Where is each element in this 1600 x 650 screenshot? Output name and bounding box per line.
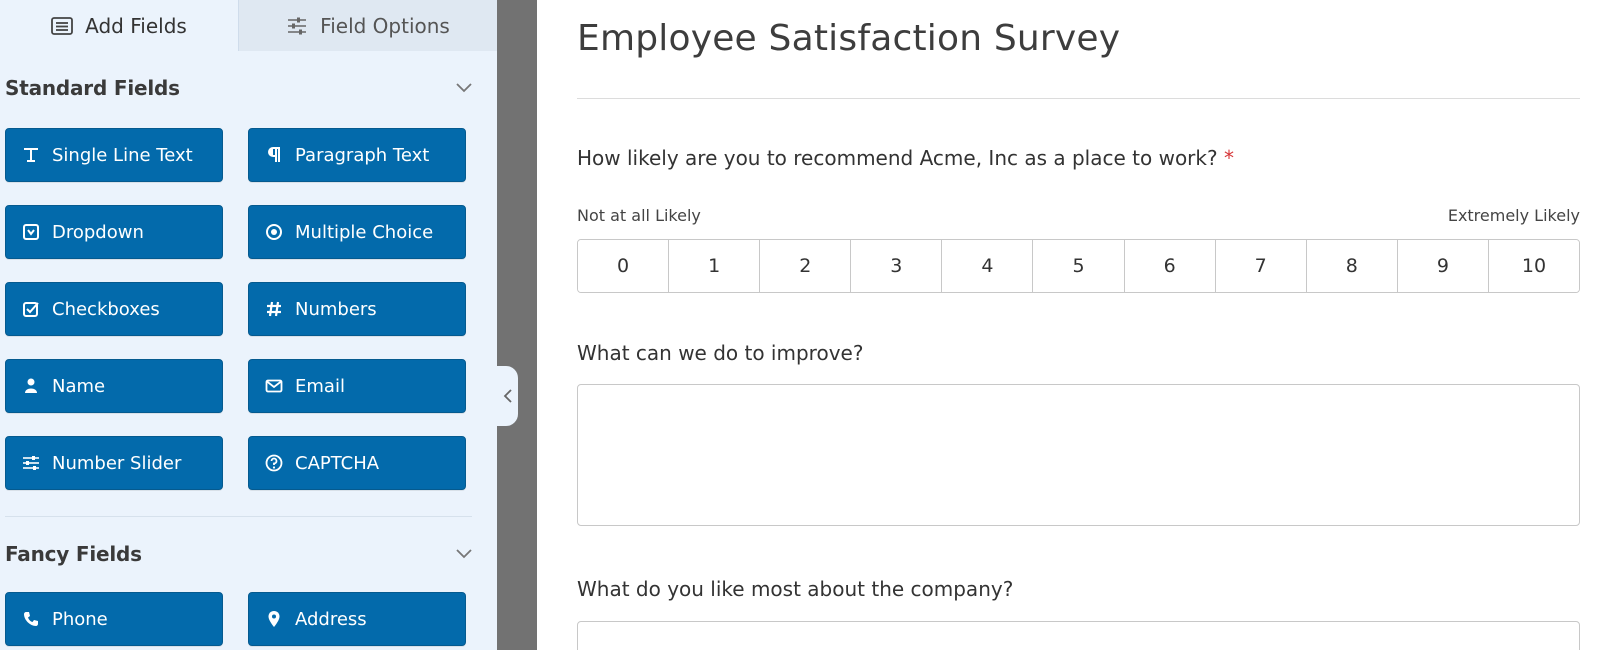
- nps-option-4[interactable]: 4: [942, 240, 1034, 292]
- nps-option-7[interactable]: 7: [1215, 240, 1307, 292]
- map-pin-icon: [265, 610, 283, 628]
- q3-label: What do you like most about the company?: [577, 577, 1014, 601]
- user-icon: [22, 377, 40, 395]
- nps-option-3[interactable]: 3: [851, 240, 943, 292]
- fancy-fields-title: Fancy Fields: [5, 542, 142, 566]
- multiple-choice-label: Multiple Choice: [295, 221, 434, 243]
- nps-option-1[interactable]: 1: [669, 240, 761, 292]
- envelope-icon: [265, 377, 283, 395]
- standard-fields-header[interactable]: Standard Fields: [5, 73, 472, 103]
- tab-field-options-label: Field Options: [320, 13, 450, 38]
- paragraph-text-label: Paragraph Text: [295, 144, 430, 166]
- number-slider-button[interactable]: Number Slider: [5, 436, 223, 490]
- sliders-icon: [22, 454, 40, 472]
- paragraph-icon: [265, 146, 283, 164]
- tab-add-fields-label: Add Fields: [85, 13, 187, 38]
- phone-button[interactable]: Phone: [5, 592, 223, 646]
- chevron-down-icon: [456, 83, 472, 93]
- chevron-down-icon: [456, 549, 472, 559]
- phone-icon: [22, 610, 40, 628]
- tab-field-options[interactable]: Field Options: [238, 0, 497, 51]
- like-most-textarea[interactable]: [577, 621, 1580, 650]
- list-icon: [51, 16, 74, 35]
- paragraph-text-button[interactable]: Paragraph Text: [248, 128, 466, 182]
- panel-gutter: [497, 0, 537, 650]
- nps-option-5[interactable]: 5: [1033, 240, 1125, 292]
- phone-label: Phone: [52, 608, 108, 630]
- multiple-choice-button[interactable]: Multiple Choice: [248, 205, 466, 259]
- sidebar-tabs: Add Fields Field Options: [0, 0, 497, 51]
- hash-icon: [265, 300, 283, 318]
- q2-label: What can we do to improve?: [577, 341, 864, 365]
- required-mark: *: [1223, 146, 1234, 170]
- sliders-icon: [288, 17, 307, 34]
- number-slider-label: Number Slider: [52, 452, 182, 474]
- checkboxes-label: Checkboxes: [52, 298, 160, 320]
- dropdown-label: Dropdown: [52, 221, 144, 243]
- fancy-fields-header[interactable]: Fancy Fields: [5, 539, 472, 569]
- single-line-text-button[interactable]: Single Line Text: [5, 128, 223, 182]
- section-divider: [5, 516, 472, 517]
- question-icon: [265, 454, 283, 472]
- captcha-button[interactable]: CAPTCHA: [248, 436, 466, 490]
- dropdown-button[interactable]: Dropdown: [5, 205, 223, 259]
- name-button[interactable]: Name: [5, 359, 223, 413]
- name-label: Name: [52, 375, 106, 397]
- scale-min-label: Not at all Likely: [577, 206, 701, 225]
- collapse-sidebar-button[interactable]: [497, 366, 518, 426]
- numbers-button[interactable]: Numbers: [248, 282, 466, 336]
- nps-option-6[interactable]: 6: [1124, 240, 1216, 292]
- single-line-text-label: Single Line Text: [52, 144, 193, 166]
- tab-add-fields[interactable]: Add Fields: [0, 0, 238, 51]
- checkbox-icon: [22, 300, 40, 318]
- field-sidebar: Add Fields Field Options Standard Fields…: [0, 0, 497, 650]
- improve-textarea[interactable]: [577, 384, 1580, 526]
- chevron-left-icon: [503, 389, 512, 403]
- q1-label: How likely are you to recommend Acme, In…: [577, 146, 1234, 170]
- scale-max-label: Extremely Likely: [1447, 206, 1580, 225]
- title-divider: [577, 98, 1580, 99]
- q1-label-text: How likely are you to recommend Acme, In…: [577, 146, 1218, 170]
- email-button[interactable]: Email: [248, 359, 466, 413]
- address-label: Address: [295, 608, 367, 630]
- address-button[interactable]: Address: [248, 592, 466, 646]
- captcha-label: CAPTCHA: [295, 452, 380, 474]
- dropdown-icon: [22, 223, 40, 241]
- nps-scale: 0 1 2 3 4 5 6 7 8 9 10: [577, 239, 1580, 293]
- nps-option-9[interactable]: 9: [1397, 240, 1489, 292]
- radio-icon: [265, 223, 283, 241]
- checkboxes-button[interactable]: Checkboxes: [5, 282, 223, 336]
- email-label: Email: [295, 375, 345, 397]
- nps-option-2[interactable]: 2: [760, 240, 852, 292]
- standard-fields-title: Standard Fields: [5, 76, 180, 100]
- form-preview: Employee Satisfaction Survey How likely …: [537, 0, 1600, 650]
- nps-option-10[interactable]: 10: [1488, 240, 1579, 292]
- nps-option-8[interactable]: 8: [1306, 240, 1398, 292]
- text-icon: [22, 146, 40, 164]
- numbers-label: Numbers: [295, 298, 377, 320]
- nps-option-0[interactable]: 0: [578, 240, 670, 292]
- form-title: Employee Satisfaction Survey: [577, 18, 1121, 59]
